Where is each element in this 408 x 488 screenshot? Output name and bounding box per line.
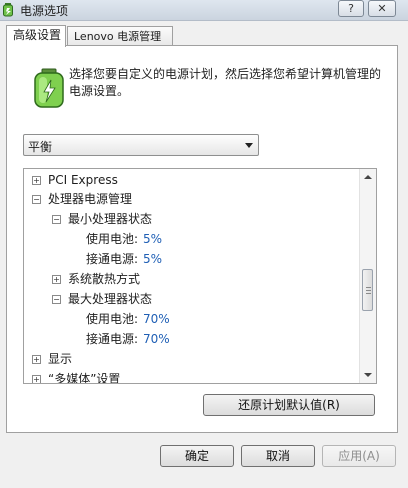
collapse-icon[interactable]: − (52, 215, 61, 224)
tree-scrollbar[interactable] (359, 169, 376, 383)
restore-defaults-button[interactable]: 还原计划默认值(R) (203, 394, 375, 416)
tree-item-min-plugged-in[interactable]: 接通电源: 5% (24, 249, 354, 269)
help-button[interactable]: ? (338, 0, 364, 17)
tree-item-pci-express[interactable]: + PCI Express (24, 170, 354, 190)
tree-item-processor-power[interactable]: − 处理器电源管理 (24, 189, 354, 209)
grip-line (366, 290, 371, 291)
grip-line (366, 293, 371, 294)
tab-lenovo-power[interactable]: Lenovo 电源管理 (67, 26, 173, 46)
tree-item-max-processor-state[interactable]: − 最大处理器状态 (24, 289, 354, 309)
tree-item-min-processor-state[interactable]: − 最小处理器状态 (24, 209, 354, 229)
tree-item-max-on-battery[interactable]: 使用电池: 70% (24, 309, 354, 329)
chevron-down-icon (245, 143, 253, 148)
tree-item-multimedia[interactable]: + “多媒体”设置 (24, 369, 354, 384)
power-plan-select[interactable]: 平衡 (23, 134, 259, 156)
cancel-button[interactable]: 取消 (241, 445, 315, 467)
tree-item-label: 使用电池: (86, 232, 139, 246)
expand-icon[interactable]: + (32, 375, 41, 383)
setting-value-link[interactable]: 5% (143, 229, 162, 249)
tree-item-label: PCI Express (48, 173, 118, 187)
collapse-icon[interactable]: − (52, 295, 61, 304)
tree-item-label: 显示 (48, 352, 73, 366)
tree-item-display[interactable]: + 显示 (24, 349, 354, 369)
plan-description: 选择您要自定义的电源计划，然后选择您希望计算机管理的电源设置。 (69, 67, 382, 98)
grip-line (366, 287, 371, 288)
setting-value-link[interactable]: 5% (143, 249, 162, 269)
settings-tree[interactable]: + PCI Express − 处理器电源管理 − 最小处理器状态 使用电池: … (23, 168, 377, 384)
settings-panel: 选择您要自定义的电源计划，然后选择您希望计算机管理的电源设置。 平衡 + PCI… (6, 45, 398, 433)
scroll-down-icon[interactable] (364, 373, 372, 377)
tree-item-label: 最大处理器状态 (68, 292, 153, 306)
expand-icon[interactable]: + (52, 275, 61, 284)
battery-icon (3, 3, 13, 17)
expand-icon[interactable]: + (32, 355, 41, 364)
tree-item-min-on-battery[interactable]: 使用电池: 5% (24, 229, 354, 249)
setting-value-link[interactable]: 70% (143, 329, 170, 349)
window-title: 电源选项 (20, 4, 69, 18)
tree-item-label: 最小处理器状态 (68, 212, 153, 226)
scrollbar-thumb[interactable] (362, 269, 373, 311)
power-plan-value: 平衡 (28, 140, 53, 154)
ok-button[interactable]: 确定 (160, 445, 234, 467)
collapse-icon[interactable]: − (32, 195, 41, 204)
tree-item-label: 系统散热方式 (68, 272, 141, 286)
setting-value-link[interactable]: 70% (143, 309, 170, 329)
expand-icon[interactable]: + (32, 176, 41, 185)
tree-item-cooling-policy[interactable]: + 系统散热方式 (24, 269, 354, 289)
close-button[interactable]: ✕ (368, 0, 396, 17)
power-plan-icon (34, 68, 64, 108)
tree-item-max-plugged-in[interactable]: 接通电源: 70% (24, 329, 354, 349)
tab-advanced-settings[interactable]: 高级设置 (6, 25, 66, 47)
title-bar: 电源选项 ? ✕ (0, 0, 408, 21)
tree-item-label: 使用电池: (86, 312, 139, 326)
scroll-up-icon[interactable] (364, 175, 372, 179)
tree-item-label: “多媒体”设置 (48, 372, 121, 384)
tree-item-label: 接通电源: (86, 252, 139, 266)
apply-button[interactable]: 应用(A) (322, 445, 396, 467)
tree-item-label: 处理器电源管理 (48, 192, 133, 206)
tree-item-label: 接通电源: (86, 332, 139, 346)
